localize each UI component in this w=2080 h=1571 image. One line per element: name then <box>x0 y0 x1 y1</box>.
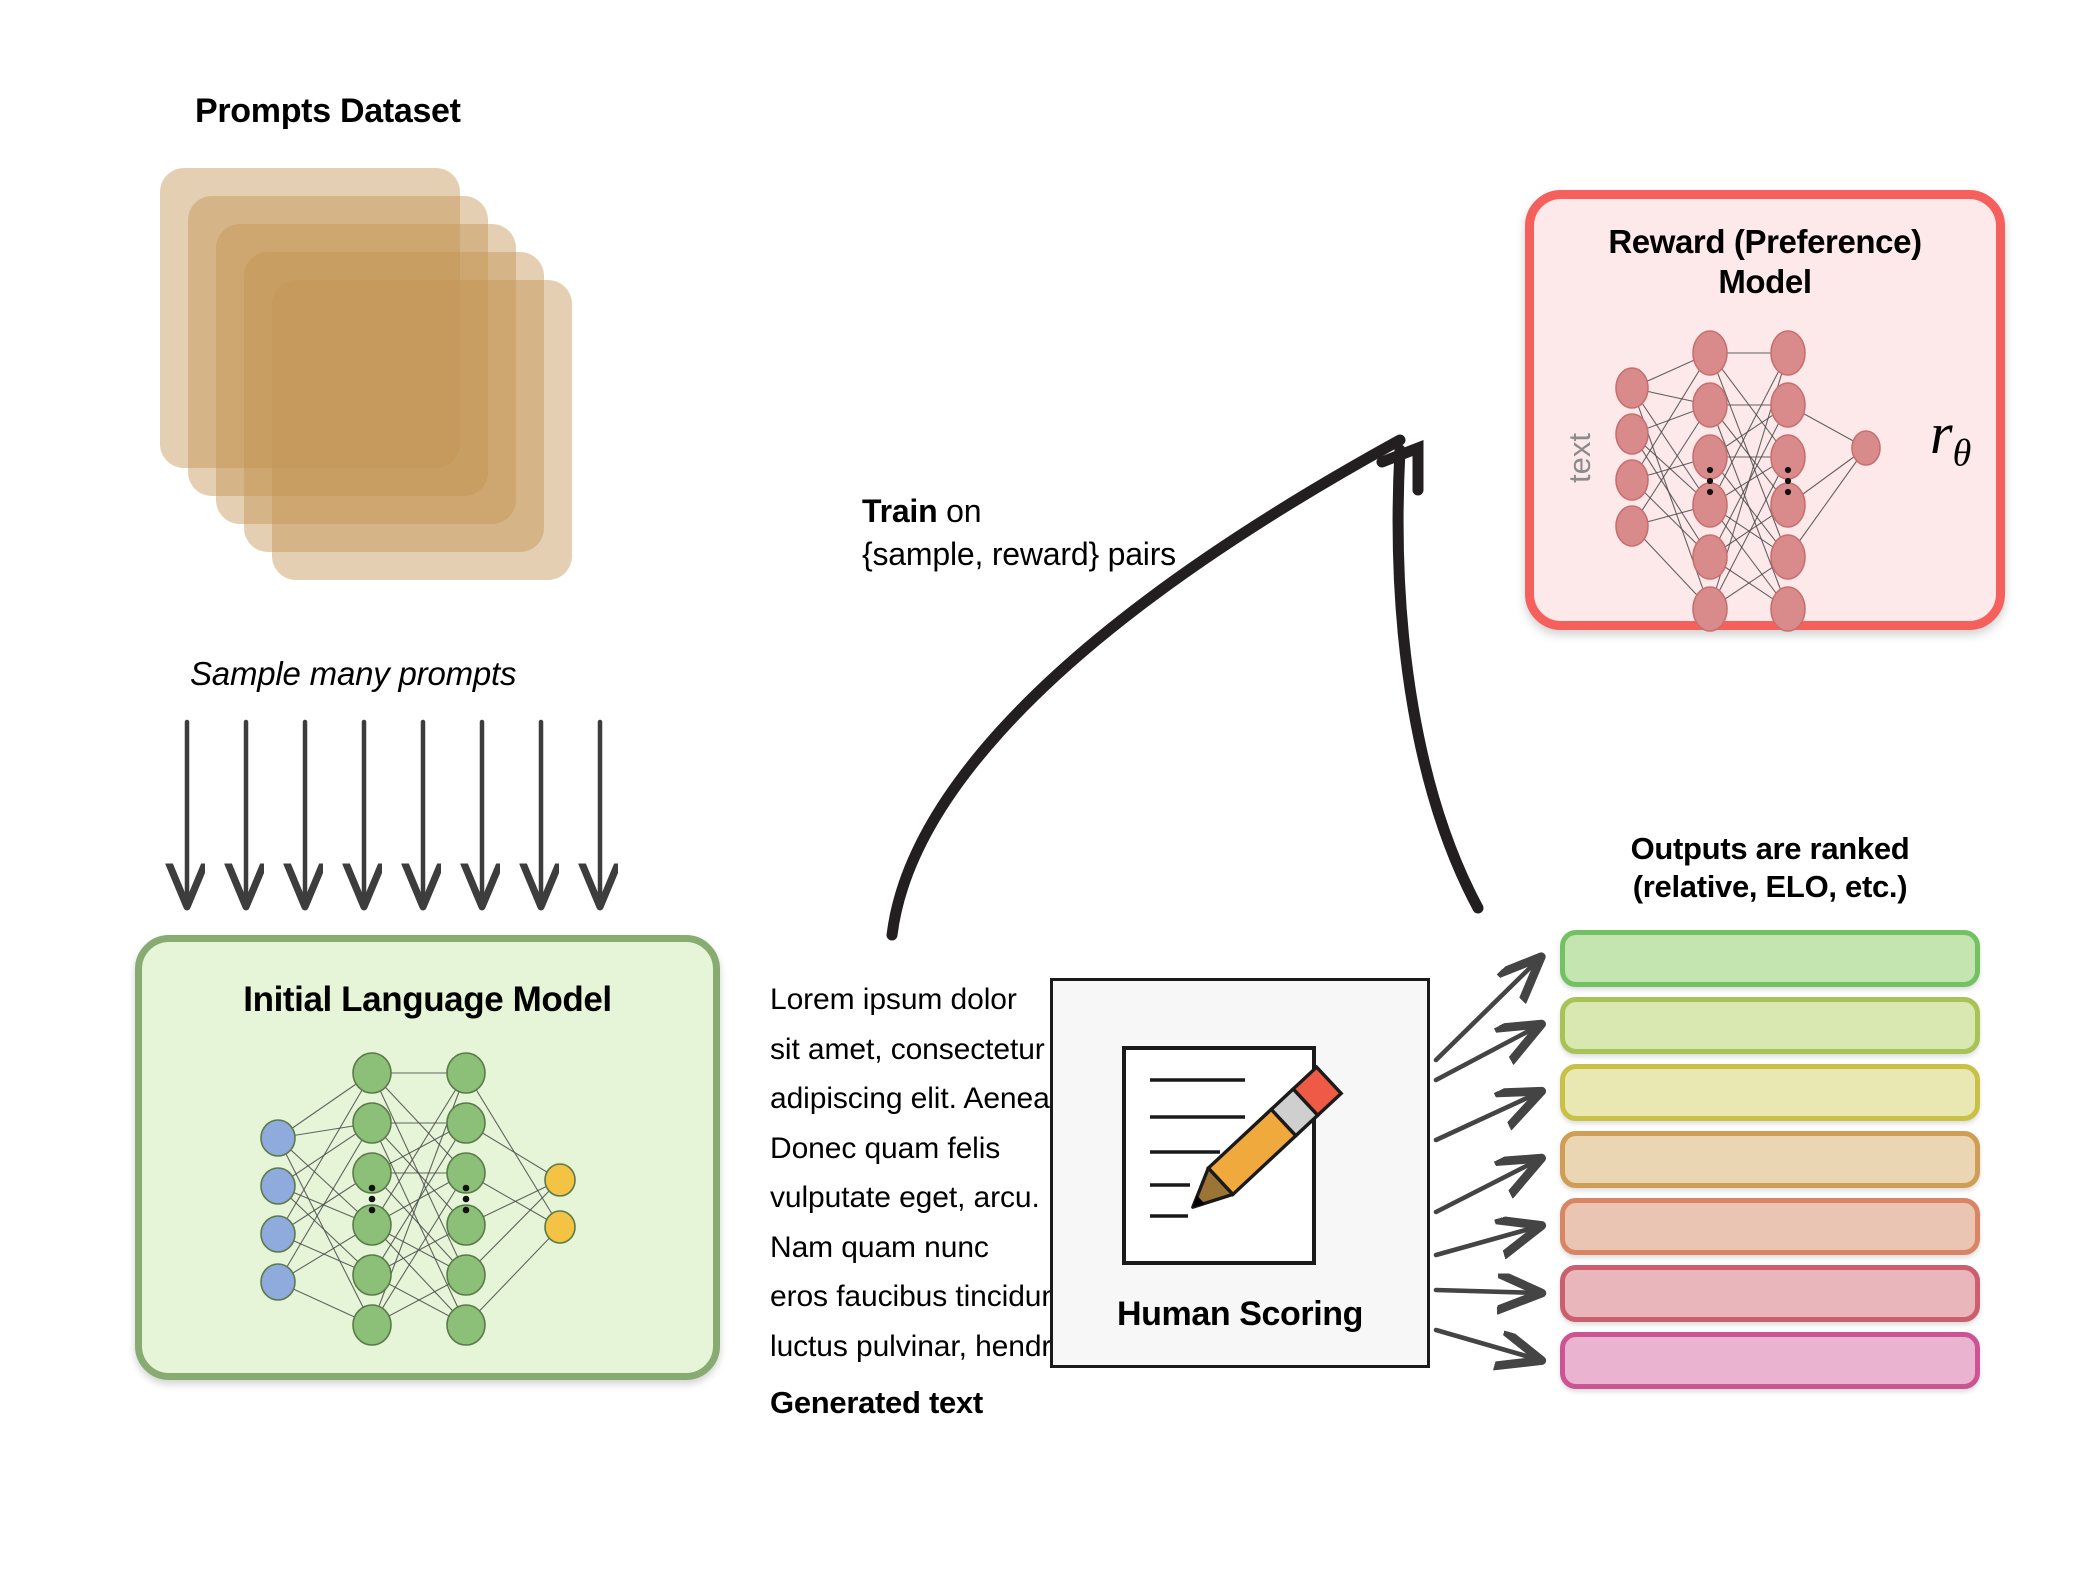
diagram-canvas: Prompts Dataset Sample many prompts Init… <box>0 0 2080 1571</box>
train-pairs-line: {sample, reward} pairs <box>862 536 1176 573</box>
ranked-output-bar[interactable] <box>1560 1064 1980 1121</box>
scoring-to-rank-arrow <box>1433 1159 1540 1215</box>
generated-text-line: luctus pulvinar, hendrerit <box>770 1329 1093 1363</box>
scoring-to-rank-arrow <box>1433 958 1540 1063</box>
ranked-output-bar[interactable] <box>1560 1332 1980 1389</box>
reward-model-title-line2: Model <box>1718 263 1812 301</box>
scoring-to-rank-arrow <box>1433 1327 1540 1360</box>
scoring-to-rank-arrow <box>1433 1226 1540 1255</box>
ranked-output-bar[interactable] <box>1560 997 1980 1054</box>
generated-text-line: Donec quam felis <box>770 1131 1001 1165</box>
outputs-ranked-title: Outputs are ranked (relative, ELO, etc.) <box>1560 830 1980 906</box>
sample-prompt-arrows <box>187 719 600 905</box>
outputs-ranked-title-line1: Outputs are ranked <box>1630 831 1910 866</box>
reward-symbol-theta: θ <box>1952 432 1972 475</box>
initial-language-model-title: Initial Language Model <box>243 980 612 1019</box>
scoring-to-rank-arrow <box>1433 1092 1540 1143</box>
generated-text-line: eros faucibus tincidunt <box>770 1280 1067 1313</box>
reward-model-text-input-label: text <box>1562 433 1597 483</box>
generated-text-line: Lorem ipsum dolor <box>770 983 1017 1016</box>
scoring-to-rank-arrow <box>1433 1290 1540 1293</box>
reward-model-title-line1: Reward (Preference) <box>1608 223 1922 260</box>
human-scoring-title: Human Scoring <box>1116 1295 1364 1333</box>
reward-model-title: Reward (Preference) Model <box>1545 222 1985 303</box>
ranked-output-bar[interactable] <box>1560 1198 1980 1255</box>
outputs-ranked-title-line2: (relative, ELO, etc.) <box>1632 868 1908 904</box>
prompts-dataset-title: Prompts Dataset <box>195 92 461 130</box>
generated-text-line: adipiscing elit. Aenean <box>770 1082 1067 1115</box>
reward-output-symbol: rθ <box>1930 400 1971 476</box>
train-on-pairs-label: Train on {sample, reward} pairs <box>862 490 1292 576</box>
ranked-output-bar[interactable] <box>1560 1131 1980 1188</box>
scoring-to-rank-arrow <box>1433 1025 1540 1083</box>
generated-text-line: vulputate eget, arcu. <box>770 1181 1040 1214</box>
generated-text-label: Generated text <box>770 1385 983 1420</box>
sample-many-prompts-label: Sample many prompts <box>190 655 517 692</box>
reward-symbol-r: r <box>1930 401 1953 466</box>
scoring-to-ranked-arrows <box>1433 958 1540 1360</box>
prompt-card <box>272 280 572 580</box>
generated-text-line: Nam quam nunc <box>770 1230 989 1264</box>
train-bold-word: Train <box>862 493 938 529</box>
ranked-output-bar[interactable] <box>1560 930 1980 987</box>
generated-text-block: Lorem ipsum dolor sit amet, consectetur ad… <box>770 975 1093 1371</box>
generated-text-line: sit amet, consectetur <box>770 1032 1045 1066</box>
ranked-output-bar[interactable] <box>1560 1265 1980 1322</box>
train-rest-word: on <box>937 493 982 529</box>
